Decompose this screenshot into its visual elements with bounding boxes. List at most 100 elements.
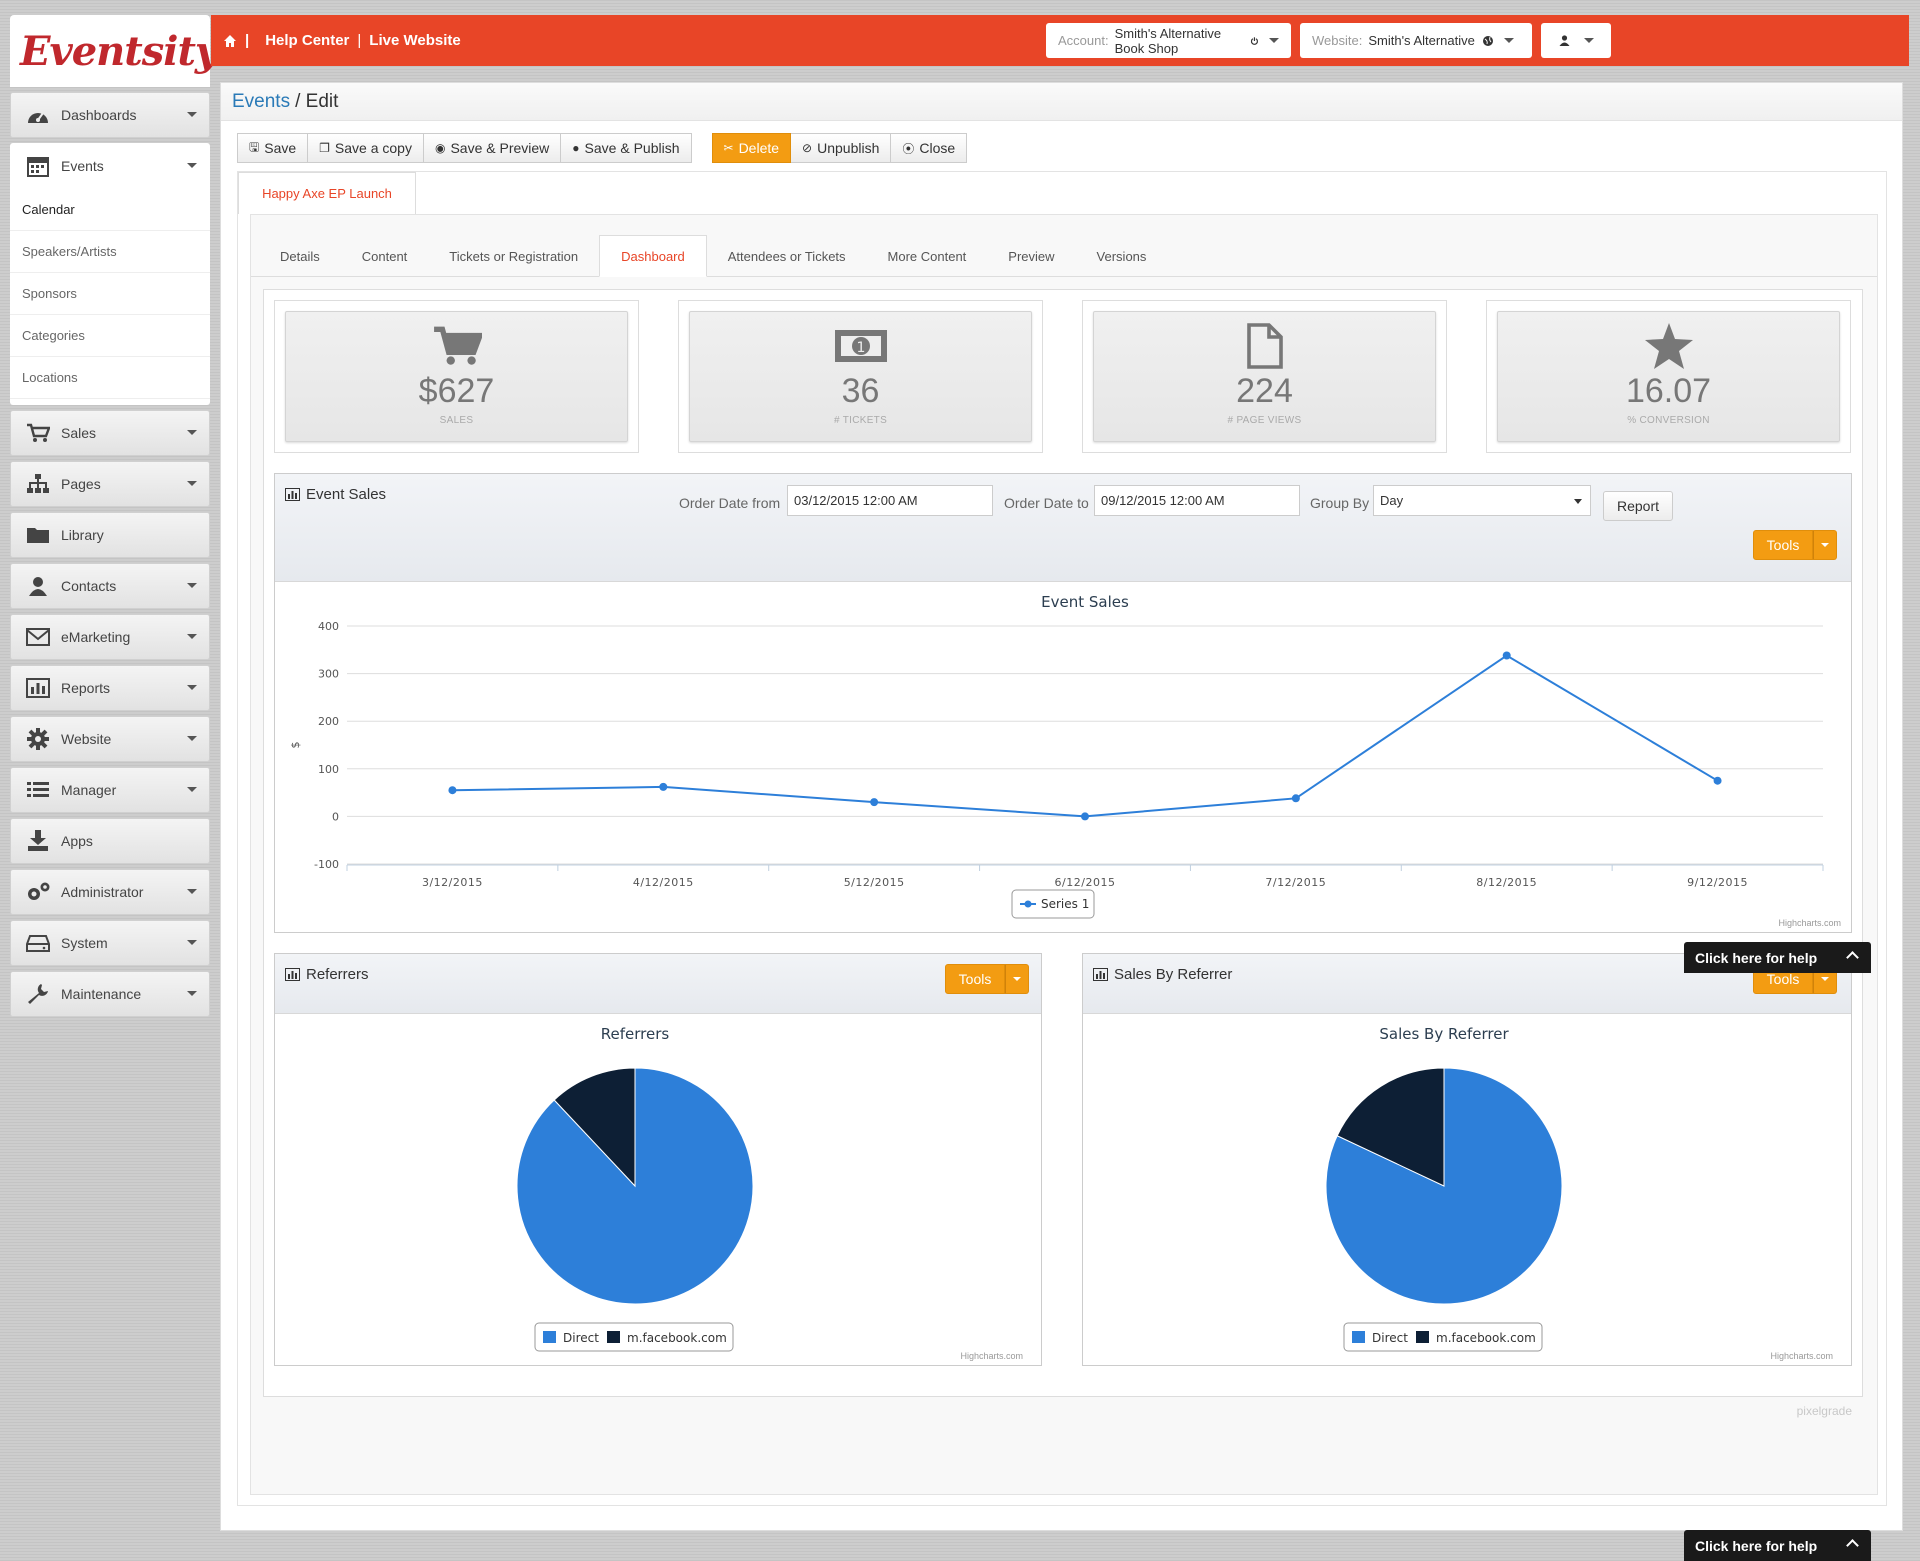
topbar-separator: | [245,32,250,49]
sidebar-item-administrator[interactable]: Administrator [10,869,210,915]
tab-details[interactable]: Details [259,235,341,277]
tab-tickets-or-registration[interactable]: Tickets or Registration [428,235,599,277]
chevron-down-icon [187,991,197,996]
highcharts-credit[interactable]: Highcharts.com [1770,1351,1833,1361]
sidebar-item-events[interactable]: Events [10,143,210,189]
sidebar-item-library[interactable]: Library [10,512,210,558]
help-button-bottom[interactable]: Click here for help [1684,1530,1871,1561]
tab-dashboard[interactable]: Dashboard [599,235,707,277]
delete-button[interactable]: ✂ Delete [711,133,792,163]
data-point [1713,776,1722,785]
event-sales-tools-button[interactable]: Tools [1753,530,1837,560]
y-axis-label: $ [289,742,302,749]
sidebar-item-label: Library [61,527,104,543]
referrers-tools-button[interactable]: Tools [945,964,1029,994]
save-button[interactable]: 🖫 Save [237,133,309,163]
sidebar-item-label: Administrator [61,884,144,900]
subnav-item-categories[interactable]: Categories [10,315,210,357]
sidebar-item-manager[interactable]: Manager [10,767,210,813]
help-label: Click here for help [1695,949,1818,966]
legend-label: Direct [1372,1331,1408,1345]
sitemap-icon [25,473,51,495]
sales-by-referrer-panel: Sales By Referrer Tools Sales By Referre… [1082,953,1852,1366]
highcharts-credit[interactable]: Highcharts.com [1778,918,1841,928]
sidebar-item-contacts[interactable]: Contacts [10,563,210,609]
group-by-select[interactable]: Day [1373,485,1591,516]
home-icon[interactable] [223,34,237,48]
breadcrumb-current: / Edit [295,90,339,112]
tab-preview[interactable]: Preview [987,235,1075,277]
report-button[interactable]: Report [1603,491,1673,521]
website-selector[interactable]: Website: Smith's Alternative [1300,23,1532,58]
subnav-item-sponsors[interactable]: Sponsors [10,273,210,315]
event-sales-chart: Event Sales -100 0 100 200 300 400 $3/12/2015 4/… [289,593,1824,919]
unpublish-button[interactable]: ⊘ Unpublish [791,133,892,163]
sidebar-item-website[interactable]: Website [10,716,210,762]
breadcrumb-events-link[interactable]: Events [232,91,290,113]
stat-card-body: 1 36 # TICKETS [689,311,1032,442]
sidebar-item-label: Sales [61,425,97,441]
series-line [452,654,1719,818]
cart-icon [432,322,482,370]
sidebar-item-apps[interactable]: Apps [10,818,210,864]
subnav-item-locations[interactable]: Locations [10,357,210,399]
legend-swatch [1352,1331,1365,1343]
tab-attendees-or-tickets[interactable]: Attendees or Tickets [707,235,867,277]
referrers-title-text: Referrers [306,966,369,983]
stat-value: 16.07 [1625,372,1712,410]
account-label: Account: [1058,33,1109,48]
save-preview-button[interactable]: ◉ Save & Preview [423,133,562,163]
bar-chart-icon [285,488,300,501]
help-button[interactable]: Click here for help [1684,942,1871,973]
chevron-down-icon [1503,38,1514,43]
envelope-icon [25,626,51,648]
referrers-header: Referrers Tools [275,954,1041,1014]
legend-swatch [607,1331,620,1343]
order-date-from-label: Order Date from [679,495,781,511]
save-publish-button[interactable]: ● Save & Publish [561,133,692,163]
sidebar-item-emarketing[interactable]: eMarketing [10,614,210,660]
sidebar-item-reports[interactable]: Reports [10,665,210,711]
logo[interactable]: Eventsity [10,15,218,87]
sidebar-item-sales[interactable]: Sales [10,410,210,456]
sidebar-item-label: Contacts [61,578,117,594]
download-icon [25,830,51,852]
sales-by-referrer-title-text: Sales By Referrer [1114,966,1233,983]
tab-versions[interactable]: Versions [1076,235,1168,277]
y-tick-label: 200 [318,715,339,728]
save-copy-button[interactable]: ❐ Save a copy [308,133,424,163]
account-selector[interactable]: Account: Smith's Alternative Book Shop [1046,23,1291,58]
order-date-to-label: Order Date to [1004,495,1089,511]
event-sales-title: Event Sales [285,486,386,503]
tab-more-content[interactable]: More Content [867,235,988,277]
live-website-link[interactable]: Live Website [369,32,460,49]
nav-list: Dashboards Events Calendar Speakers/Artists… [10,92,210,1017]
sidebar-item-dashboards[interactable]: Dashboards [10,92,210,138]
save-preview-label: Save & Preview [450,140,550,156]
sidebar-item-label: Pages [61,476,101,492]
highcharts-credit[interactable]: Highcharts.com [960,1351,1023,1361]
order-date-from-input[interactable]: 03/12/2015 12:00 AM [787,485,993,516]
event-title-tab[interactable]: Happy Axe EP Launch [238,172,416,214]
sidebar-item-pages[interactable]: Pages [10,461,210,507]
subnav-item-calendar[interactable]: Calendar [10,189,210,231]
tab-content[interactable]: Content [341,235,429,277]
sidebar-item-system[interactable]: System [10,920,210,966]
subnav-item-speakers-artists[interactable]: Speakers/Artists [10,231,210,273]
stat-card-body: 16.07 % CONVERSION [1497,311,1840,442]
sidebar-subnav-events: Calendar Speakers/Artists Sponsors Categori… [10,189,210,405]
sidebar-item-maintenance[interactable]: Maintenance [10,971,210,1017]
help-center-link[interactable]: Help Center [265,32,349,49]
cart-icon [25,422,51,444]
x-tick-label: 9/12/2015 [1687,876,1748,889]
sidebar-item-label: Reports [61,680,111,696]
order-date-to-input[interactable]: 09/12/2015 12:00 AM [1094,485,1300,516]
bar-chart-icon [1093,968,1108,981]
x-tick-label: 4/12/2015 [633,876,694,889]
stat-card-page-views: 224 # PAGE VIEWS [1082,300,1447,453]
event-sales-panel: Event Sales Order Date from 03/12/2015 1… [274,473,1852,933]
user-menu[interactable] [1541,23,1611,58]
chart-title: Sales By Referrer [1379,1025,1509,1043]
close-button[interactable]: ⦿ Close [891,133,968,163]
stat-label: % CONVERSION [1627,415,1710,426]
